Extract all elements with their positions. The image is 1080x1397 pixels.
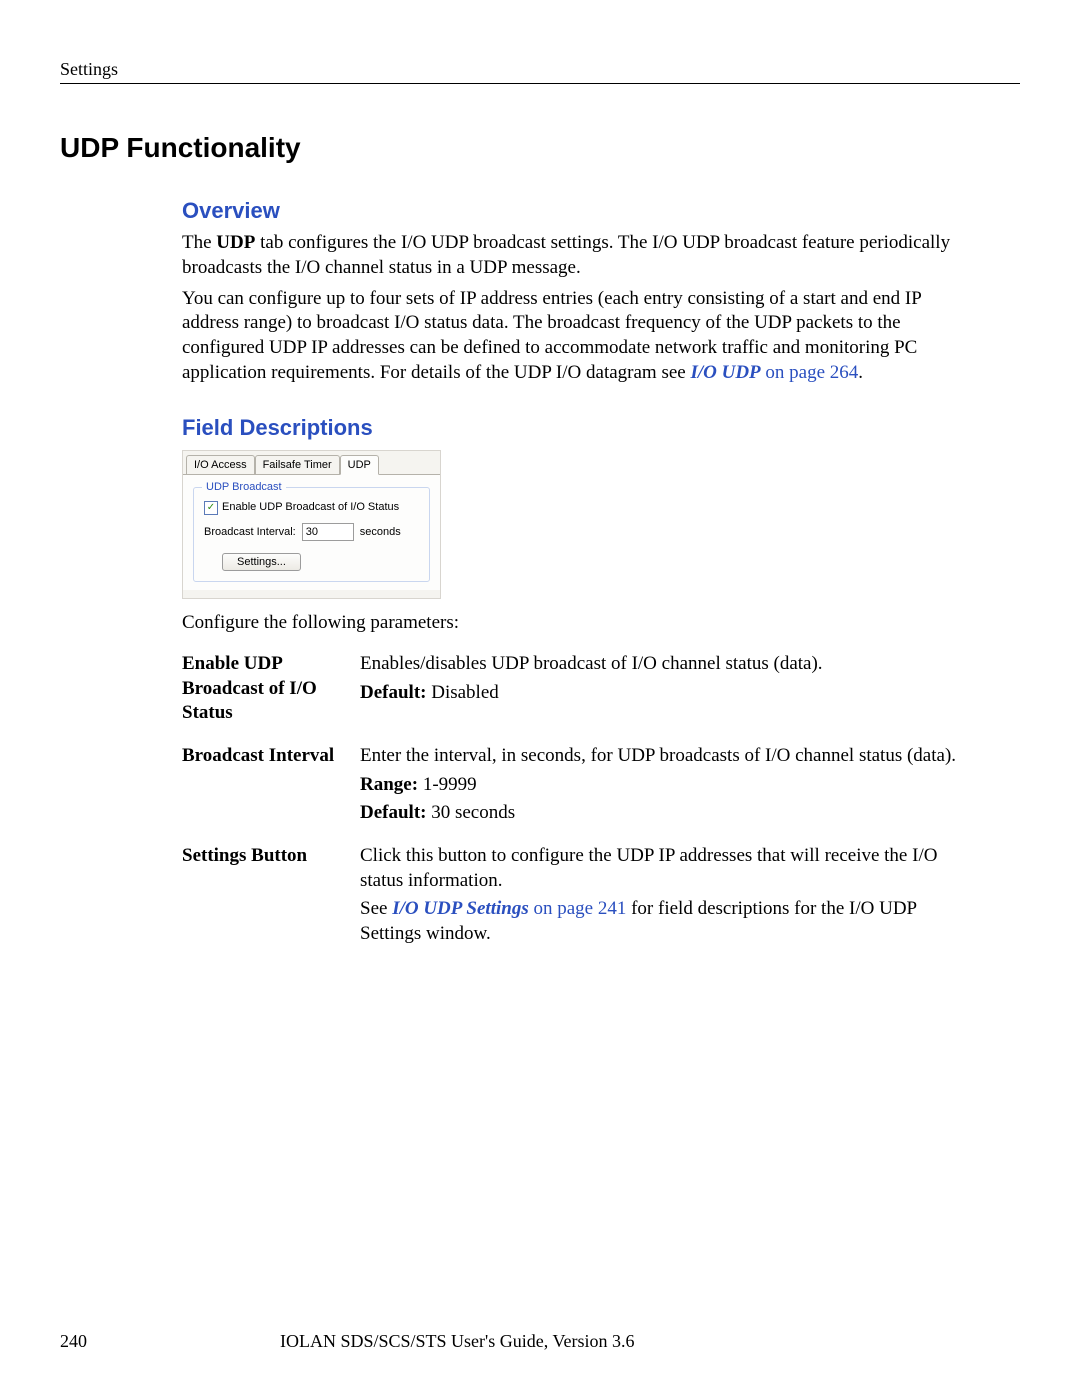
page-number: 240 xyxy=(60,1330,280,1353)
link-text-ital: I/O UDP Settings xyxy=(392,898,529,919)
footer-text: IOLAN SDS/SCS/STS User's Guide, Version … xyxy=(280,1330,1020,1353)
overview-p1: The UDP tab configures the I/O UDP broad… xyxy=(182,231,980,280)
param-label: Enable UDP Broadcast of I/O Status xyxy=(182,652,360,744)
section-title: UDP Functionality xyxy=(60,130,1020,166)
text: See xyxy=(360,898,392,919)
tab-io-access[interactable]: I/O Access xyxy=(186,455,255,474)
overview-heading: Overview xyxy=(182,197,980,226)
tab-failsafe-timer[interactable]: Failsafe Timer xyxy=(255,455,340,474)
link-text-ital: I/O UDP xyxy=(690,362,760,383)
enable-udp-label: Enable UDP Broadcast of I/O Status xyxy=(222,500,399,514)
link-text-rest: on page 264 xyxy=(761,362,859,383)
header-rule xyxy=(60,83,1020,84)
udp-bold: UDP xyxy=(216,232,255,253)
group-legend: UDP Broadcast xyxy=(202,480,286,494)
interval-label: Broadcast Interval: xyxy=(204,525,296,539)
value: 1-9999 xyxy=(418,774,477,795)
io-udp-settings-link[interactable]: I/O UDP Settings on page 241 xyxy=(392,898,626,919)
param-default: Default: 30 seconds xyxy=(360,801,980,826)
interval-unit: seconds xyxy=(360,525,401,539)
running-header: Settings xyxy=(60,58,1020,81)
interval-input[interactable]: 30 xyxy=(302,523,354,541)
param-range: Range: 1-9999 xyxy=(360,773,980,798)
link-text-rest: on page 241 xyxy=(529,898,627,919)
fielddesc-heading: Field Descriptions xyxy=(182,414,980,443)
param-label: Settings Button xyxy=(182,844,360,965)
param-desc: Enables/disables UDP broadcast of I/O ch… xyxy=(360,652,980,677)
table-row: Enable UDP Broadcast of I/O Status Enabl… xyxy=(182,652,980,744)
param-desc-cell: Click this button to configure the UDP I… xyxy=(360,844,980,965)
enable-udp-checkbox[interactable]: ✓ xyxy=(204,501,218,515)
table-row: Settings Button Click this button to con… xyxy=(182,844,980,965)
label: Range: xyxy=(360,774,418,795)
value: 30 seconds xyxy=(426,802,515,823)
tab-udp[interactable]: UDP xyxy=(340,455,379,475)
udp-broadcast-group: UDP Broadcast ✓ Enable UDP Broadcast of … xyxy=(193,487,430,582)
table-row: Broadcast Interval Enter the interval, i… xyxy=(182,744,980,844)
ui-screenshot: I/O Access Failsafe Timer UDP UDP Broadc… xyxy=(182,450,441,599)
param-see: See I/O UDP Settings on page 241 for fie… xyxy=(360,897,980,946)
overview-p2: You can configure up to four sets of IP … xyxy=(182,287,980,386)
tab-panel: UDP Broadcast ✓ Enable UDP Broadcast of … xyxy=(183,475,440,590)
io-udp-link[interactable]: I/O UDP on page 264 xyxy=(690,362,858,383)
param-desc: Enter the interval, in seconds, for UDP … xyxy=(360,744,980,769)
param-table: Enable UDP Broadcast of I/O Status Enabl… xyxy=(182,652,980,965)
param-intro: Configure the following parameters: xyxy=(182,611,980,636)
page-footer: 240 IOLAN SDS/SCS/STS User's Guide, Vers… xyxy=(60,1330,1020,1353)
text: tab configures the I/O UDP broadcast set… xyxy=(182,232,950,278)
label: Default: xyxy=(360,802,426,823)
value: Disabled xyxy=(426,682,498,703)
param-label: Broadcast Interval xyxy=(182,744,360,844)
param-desc-cell: Enables/disables UDP broadcast of I/O ch… xyxy=(360,652,980,744)
text: The xyxy=(182,232,216,253)
label: Default: xyxy=(360,682,426,703)
settings-button[interactable]: Settings... xyxy=(222,553,301,571)
text: . xyxy=(858,362,863,383)
tab-strip: I/O Access Failsafe Timer UDP xyxy=(183,451,440,475)
param-desc-cell: Enter the interval, in seconds, for UDP … xyxy=(360,744,980,844)
param-desc: Click this button to configure the UDP I… xyxy=(360,844,980,893)
param-default: Default: Disabled xyxy=(360,681,980,706)
